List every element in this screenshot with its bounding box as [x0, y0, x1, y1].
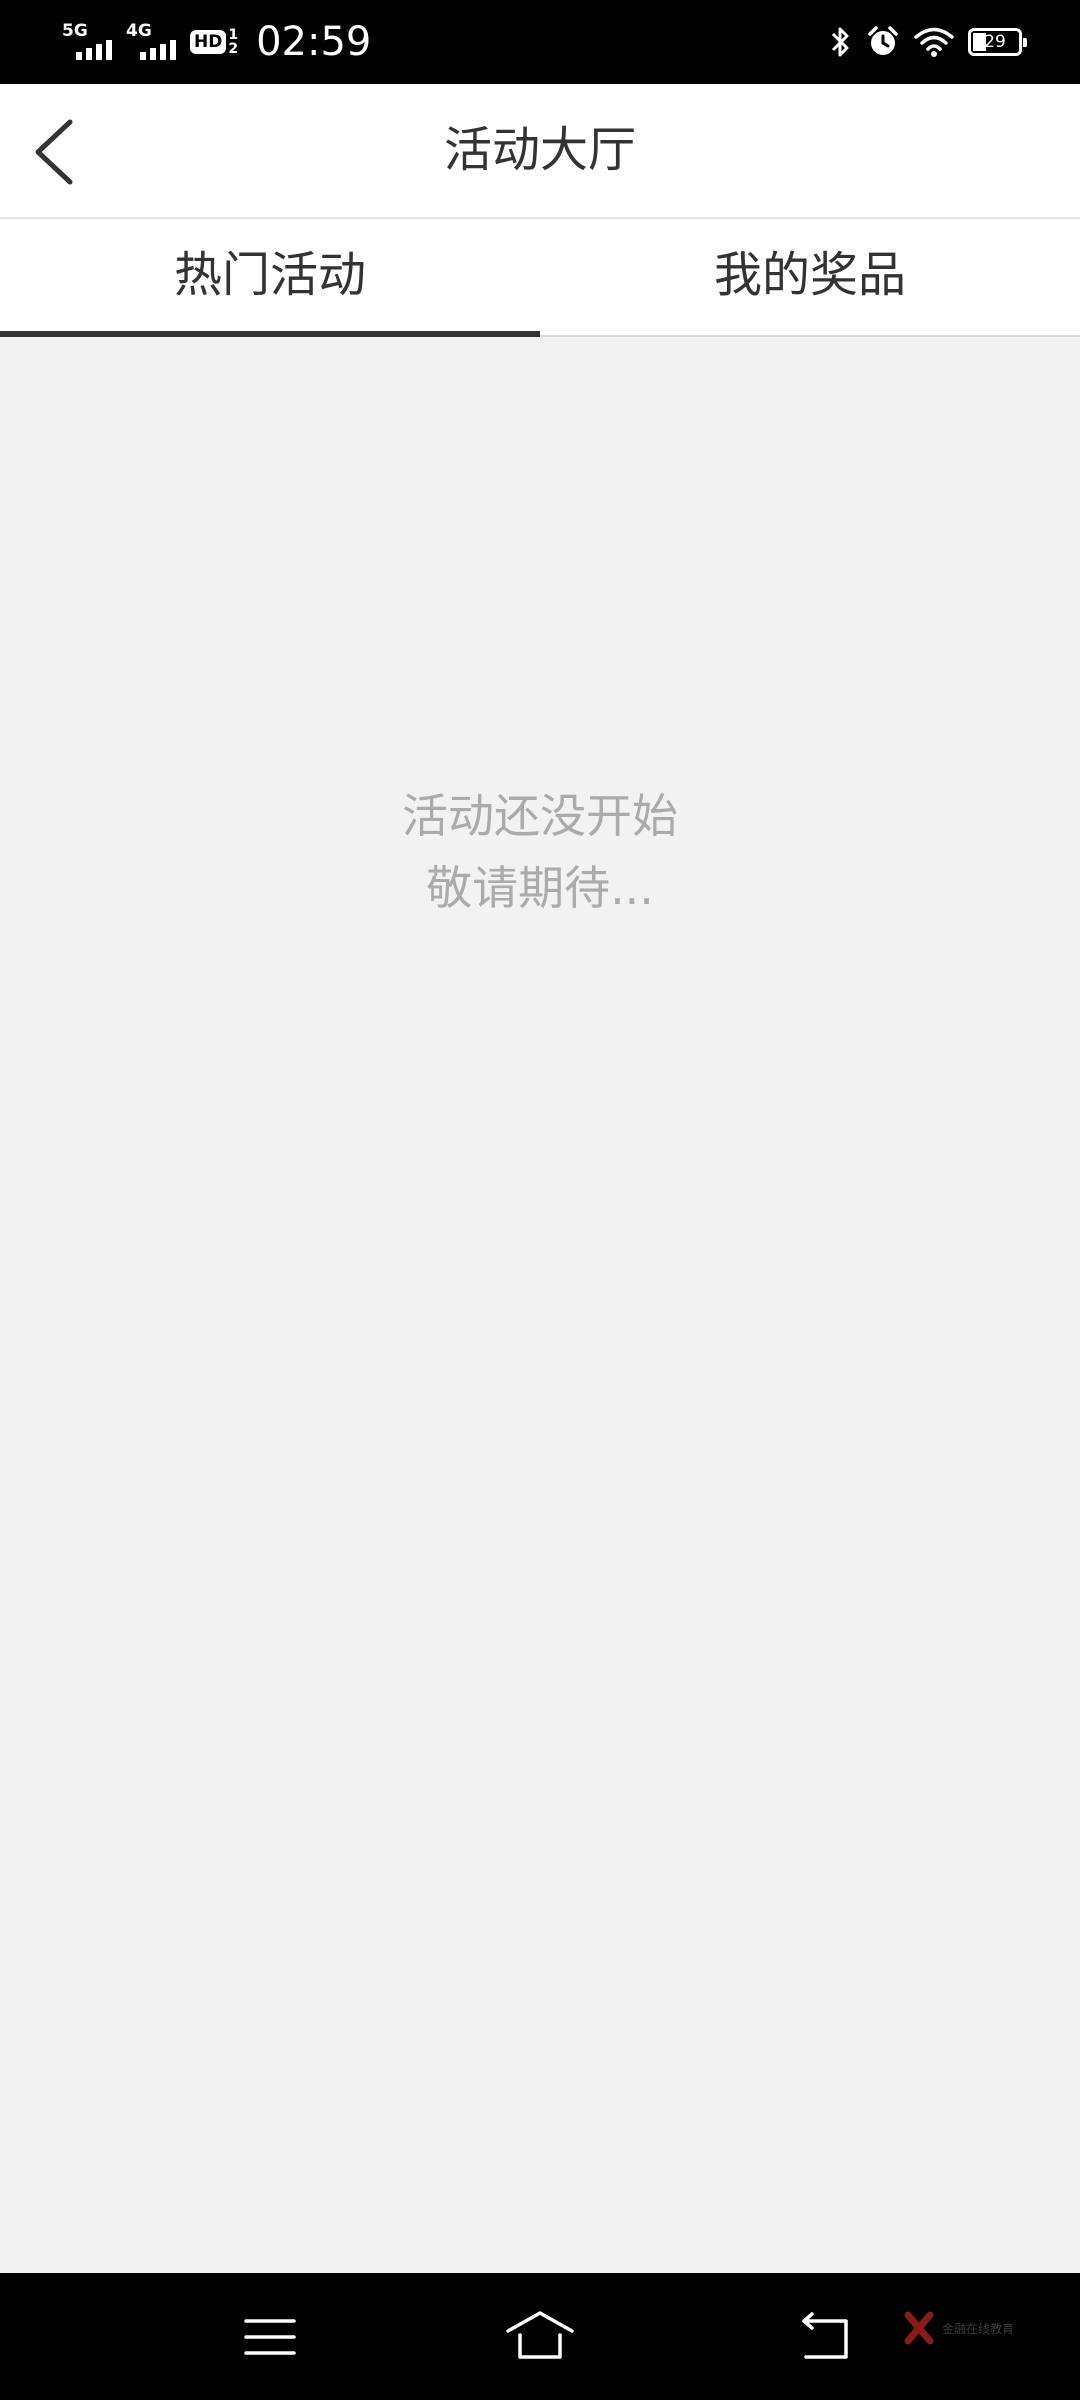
empty-state: 活动还没开始 敬请期待...: [0, 780, 1080, 924]
battery-level: 29: [984, 32, 1006, 52]
wifi-icon: [914, 27, 954, 57]
back-nav-button[interactable]: [782, 2297, 862, 2377]
watermark-logo: [904, 2311, 934, 2345]
system-nav-bar: 金融在线教育: [0, 2273, 1080, 2400]
hd-sub-bottom: 2: [228, 41, 239, 57]
battery-icon: 29: [968, 28, 1027, 56]
watermark: 金融在线教育: [904, 2311, 1014, 2345]
alarm-icon: [868, 26, 898, 55]
tab-my-prizes[interactable]: 我的奖品: [540, 219, 1080, 335]
status-left: 5G 4G HD 1 2 02:59: [62, 0, 371, 84]
hd-label: HD: [190, 30, 227, 54]
menu-button[interactable]: [230, 2297, 310, 2377]
menu-icon: [244, 2319, 296, 2355]
watermark-text: 金融在线教育: [942, 2321, 1015, 2336]
page-title: 活动大厅: [443, 122, 636, 178]
bluetooth-icon: [831, 27, 849, 57]
tab-bar: 热门活动 我的奖品: [0, 219, 1080, 337]
network-type-label: 5G: [62, 21, 88, 41]
back-icon: [802, 2312, 848, 2359]
cellular-signal-icon-2: 4G: [126, 22, 180, 62]
empty-state-line-2: 敬请期待...: [426, 861, 654, 915]
clock: 02:59: [256, 19, 372, 65]
hd-voice-icon: HD 1 2: [190, 28, 238, 56]
app-header: 活动大厅: [0, 84, 1080, 219]
status-right: 29: [828, 0, 1027, 84]
tab-hot-activities[interactable]: 热门活动: [0, 219, 540, 337]
home-button[interactable]: [500, 2297, 580, 2377]
network-type-label-2: 4G: [126, 21, 152, 41]
empty-state-line-1: 活动还没开始: [402, 789, 678, 843]
home-icon: [506, 2311, 574, 2359]
hd-sub-top: 1: [228, 27, 239, 43]
status-bar: 5G 4G HD 1 2 02:59 29: [0, 0, 1080, 84]
cellular-signal-icon: 5G: [62, 22, 116, 62]
